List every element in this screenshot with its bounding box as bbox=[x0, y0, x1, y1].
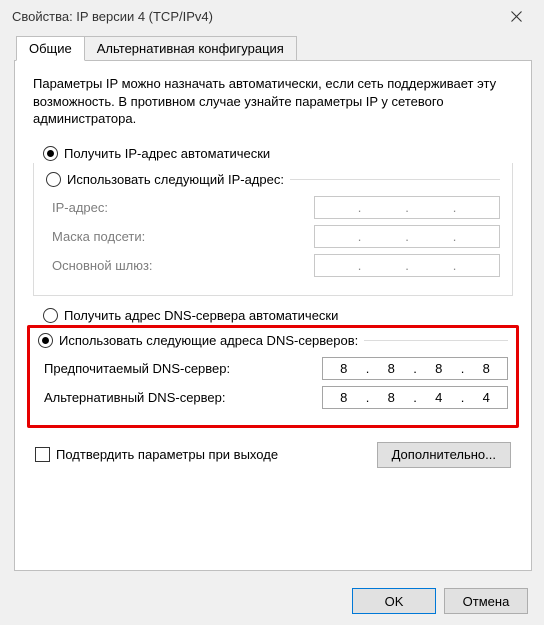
tab-strip: Общие Альтернативная конфигурация bbox=[14, 36, 532, 61]
advanced-button-label: Дополнительно... bbox=[392, 447, 496, 462]
ok-button-label: OK bbox=[385, 594, 404, 609]
client-area: Общие Альтернативная конфигурация Параме… bbox=[0, 32, 544, 577]
radio-icon bbox=[46, 172, 61, 187]
tab-alternate-label: Альтернативная конфигурация bbox=[97, 41, 284, 56]
tab-pane-general: Параметры IP можно назначать автоматичес… bbox=[14, 60, 532, 571]
titlebar: Свойства: IP версии 4 (TCP/IPv4) bbox=[0, 0, 544, 32]
close-button[interactable] bbox=[496, 2, 536, 30]
tab-general-label: Общие bbox=[29, 41, 72, 56]
input-dns-alternate[interactable]: 8. 8. 4. 4 bbox=[322, 386, 508, 409]
label-gateway: Основной шлюз: bbox=[52, 258, 153, 273]
cancel-button-label: Отмена bbox=[463, 594, 510, 609]
radio-dns-auto[interactable]: Получить адрес DNS-сервера автоматически bbox=[43, 308, 513, 323]
intro-text: Параметры IP можно назначать автоматичес… bbox=[33, 75, 513, 128]
radio-dns-manual[interactable]: Использовать следующие адреса DNS-сервер… bbox=[38, 333, 364, 348]
group-ip-manual: Использовать следующий IP-адрес: IP-адре… bbox=[33, 163, 513, 296]
label-dns-alternate: Альтернативный DNS-сервер: bbox=[44, 390, 226, 405]
bottom-row: Подтвердить параметры при выходе Дополни… bbox=[33, 442, 513, 468]
dialog-footer: OK Отмена bbox=[0, 577, 544, 625]
tab-general[interactable]: Общие bbox=[16, 36, 85, 61]
radio-icon bbox=[43, 308, 58, 323]
input-subnet-mask: . . . bbox=[314, 225, 500, 248]
ok-button[interactable]: OK bbox=[352, 588, 436, 614]
radio-ip-manual[interactable]: Использовать следующий IP-адрес: bbox=[46, 172, 290, 187]
radio-icon bbox=[38, 333, 53, 348]
input-dns-preferred[interactable]: 8. 8. 8. 8 bbox=[322, 357, 508, 380]
input-gateway: . . . bbox=[314, 254, 500, 277]
radio-ip-auto-label: Получить IP-адрес автоматически bbox=[64, 146, 270, 161]
radio-ip-manual-label: Использовать следующий IP-адрес: bbox=[67, 172, 284, 187]
radio-dns-auto-label: Получить адрес DNS-сервера автоматически bbox=[64, 308, 338, 323]
window-title: Свойства: IP версии 4 (TCP/IPv4) bbox=[12, 9, 496, 24]
label-ip-address: IP-адрес: bbox=[52, 200, 108, 215]
radio-icon bbox=[43, 146, 58, 161]
checkbox-icon bbox=[35, 447, 50, 462]
tab-alternate[interactable]: Альтернативная конфигурация bbox=[84, 36, 297, 61]
checkbox-validate[interactable]: Подтвердить параметры при выходе bbox=[35, 447, 278, 462]
checkbox-validate-label: Подтвердить параметры при выходе bbox=[56, 447, 278, 462]
advanced-button[interactable]: Дополнительно... bbox=[377, 442, 511, 468]
label-dns-preferred: Предпочитаемый DNS-сервер: bbox=[44, 361, 230, 376]
close-icon bbox=[511, 11, 522, 22]
dialog-window: Свойства: IP версии 4 (TCP/IPv4) Общие А… bbox=[0, 0, 544, 625]
radio-ip-auto[interactable]: Получить IP-адрес автоматически bbox=[43, 146, 513, 161]
radio-dns-manual-label: Использовать следующие адреса DNS-сервер… bbox=[59, 333, 358, 348]
cancel-button[interactable]: Отмена bbox=[444, 588, 528, 614]
label-subnet-mask: Маска подсети: bbox=[52, 229, 145, 244]
input-ip-address: . . . bbox=[314, 196, 500, 219]
highlight-box: Использовать следующие адреса DNS-сервер… bbox=[27, 325, 519, 428]
